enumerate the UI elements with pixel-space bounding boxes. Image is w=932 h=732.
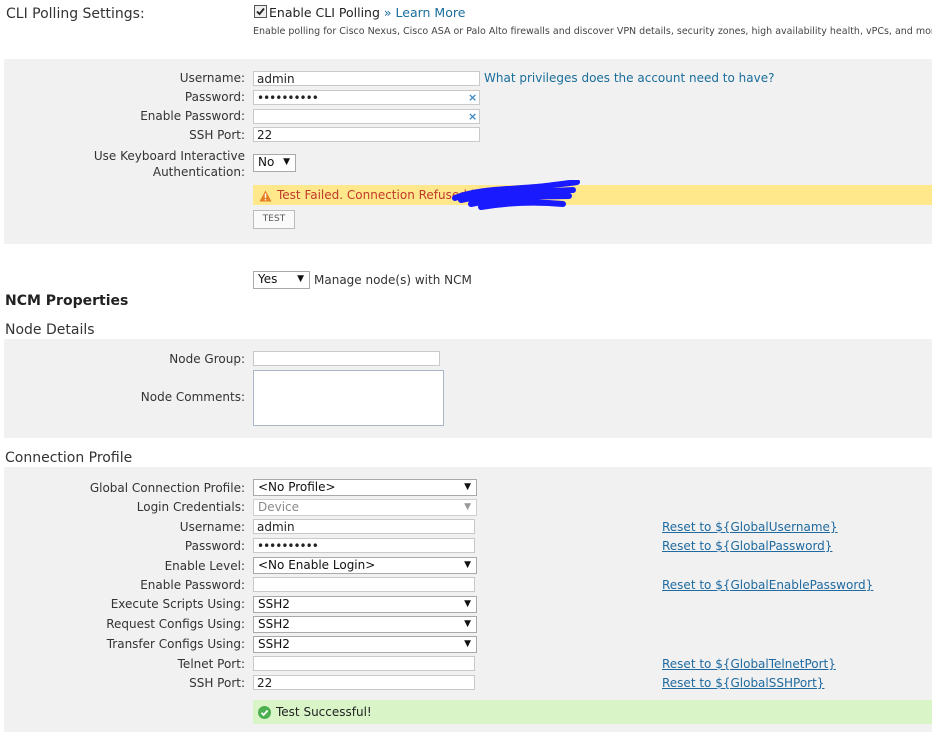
- login-credentials-label: Login Credentials:: [136, 500, 245, 514]
- enable-cli-polling-label: Enable CLI Polling: [269, 5, 380, 20]
- node-details-panel: [4, 339, 932, 438]
- login-credentials-select[interactable]: Device ▼: [253, 499, 477, 516]
- privileges-help-link[interactable]: What privileges does the account need to…: [484, 71, 774, 85]
- manage-ncm-label: Manage node(s) with NCM: [314, 273, 472, 287]
- cli-ssh-port-label: SSH Port:: [189, 128, 245, 142]
- dropdown-arrow-icon: ▼: [464, 560, 471, 570]
- reset-username-link[interactable]: Reset to ${GlobalUsername}: [662, 520, 838, 534]
- checkmark-icon: [256, 7, 265, 16]
- request-configs-select[interactable]: SSH2 ▼: [253, 616, 477, 633]
- test-button[interactable]: TEST: [253, 210, 295, 229]
- cli-enable-password-label: Enable Password:: [140, 109, 245, 123]
- ncm-enable-password-label: Enable Password:: [140, 578, 245, 592]
- cli-enable-password-input[interactable]: [253, 109, 480, 124]
- enable-level-select[interactable]: <No Enable Login> ▼: [253, 557, 477, 574]
- ncm-enable-password-input[interactable]: [253, 577, 475, 592]
- dropdown-arrow-icon: ▼: [283, 157, 290, 167]
- telnet-port-input[interactable]: [253, 656, 475, 671]
- node-group-input[interactable]: [253, 351, 440, 366]
- reset-enable-password-link[interactable]: Reset to ${GlobalEnablePassword}: [662, 578, 873, 592]
- ncm-username-label: Username:: [179, 520, 245, 534]
- reset-ssh-port-link[interactable]: Reset to ${GlobalSSHPort}: [662, 676, 824, 690]
- dropdown-arrow-icon: ▼: [464, 599, 471, 609]
- reset-telnet-port-link[interactable]: Reset to ${GlobalTelnetPort}: [662, 657, 836, 671]
- dropdown-arrow-icon: ▼: [464, 639, 471, 649]
- dropdown-arrow-icon: ▼: [464, 482, 471, 492]
- cli-ssh-port-input[interactable]: [253, 127, 480, 142]
- node-group-label: Node Group:: [169, 352, 245, 366]
- cli-password-label: Password:: [184, 90, 245, 104]
- clear-enable-password-icon[interactable]: ×: [468, 110, 477, 123]
- dropdown-arrow-icon: ▼: [464, 619, 471, 629]
- cli-username-label: Username:: [179, 71, 245, 85]
- enable-level-label: Enable Level:: [164, 559, 245, 573]
- keyboard-interactive-label: Use Keyboard Interactive Authentication:: [93, 149, 245, 179]
- ncm-username-input[interactable]: [253, 519, 475, 534]
- enable-cli-polling-checkbox[interactable]: [254, 5, 267, 18]
- test-successful-message: Test Successful!: [276, 705, 372, 719]
- cli-polling-settings-label: CLI Polling Settings:: [6, 6, 145, 22]
- manage-ncm-select[interactable]: Yes ▼: [253, 271, 310, 289]
- execute-scripts-select[interactable]: SSH2 ▼: [253, 596, 477, 613]
- redacted-scribble: [452, 180, 580, 210]
- execute-scripts-label: Execute Scripts Using:: [110, 597, 245, 611]
- ncm-ssh-port-input[interactable]: [253, 675, 475, 690]
- ncm-password-input[interactable]: [253, 538, 475, 553]
- warning-triangle-icon: [259, 190, 272, 202]
- cli-username-input[interactable]: [253, 71, 480, 86]
- node-details-title: Node Details: [5, 322, 95, 338]
- cli-polling-description: Enable polling for Cisco Nexus, Cisco AS…: [253, 26, 932, 37]
- telnet-port-label: Telnet Port:: [177, 657, 245, 671]
- ncm-password-label: Password:: [184, 539, 245, 553]
- keyboard-interactive-select[interactable]: No ▼: [253, 154, 296, 172]
- global-connection-profile-select[interactable]: <No Profile> ▼: [253, 479, 477, 496]
- cli-password-input[interactable]: [253, 90, 480, 105]
- node-comments-textarea[interactable]: [253, 370, 444, 426]
- check-circle-icon: [258, 706, 271, 719]
- transfer-configs-select[interactable]: SSH2 ▼: [253, 636, 477, 653]
- ncm-properties-title: NCM Properties: [5, 293, 129, 309]
- connection-profile-title: Connection Profile: [5, 450, 133, 466]
- global-connection-profile-label: Global Connection Profile:: [89, 481, 245, 495]
- request-configs-label: Request Configs Using:: [106, 617, 245, 631]
- clear-password-icon[interactable]: ×: [468, 91, 477, 104]
- reset-password-link[interactable]: Reset to ${GlobalPassword}: [662, 539, 832, 553]
- ncm-ssh-port-label: SSH Port:: [189, 676, 245, 690]
- transfer-configs-label: Transfer Configs Using:: [106, 637, 245, 651]
- learn-more-link[interactable]: » Learn More: [384, 5, 466, 20]
- dropdown-arrow-icon: ▼: [464, 502, 471, 512]
- node-comments-label: Node Comments:: [140, 390, 245, 404]
- dropdown-arrow-icon: ▼: [297, 274, 304, 284]
